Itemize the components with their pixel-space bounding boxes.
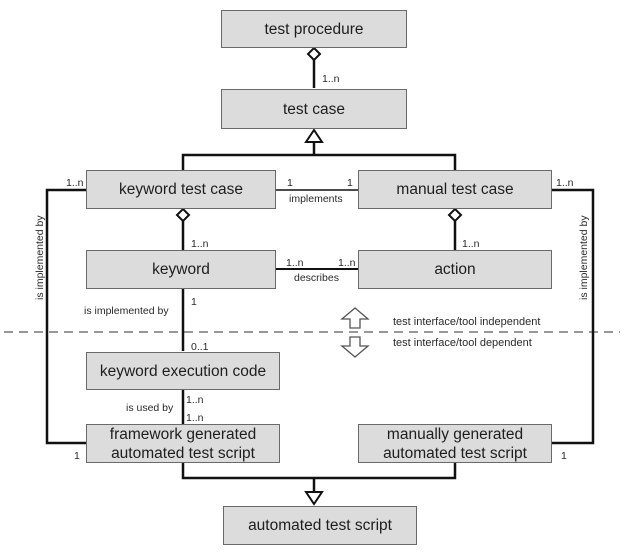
legend-independent: test interface/tool independent	[393, 316, 541, 328]
box-label: keyword execution code	[99, 362, 267, 380]
multiplicity-label: 1..n	[191, 238, 209, 250]
multiplicity-label: 0..1	[191, 341, 209, 353]
right-impl-label: is implemented by	[578, 215, 590, 300]
multiplicity-label: 1..n	[322, 73, 340, 85]
kw-impl-label: is implemented by	[84, 305, 169, 317]
multiplicity-label: 1..n	[66, 177, 84, 189]
multiplicity-label: 1..n	[462, 238, 480, 250]
box-manually-generated-script: manually generated automated test script	[358, 424, 552, 463]
multiplicity-label: 1..n	[186, 394, 204, 406]
used-by-label: is used by	[126, 402, 174, 414]
multiplicity-label: 1	[347, 177, 353, 189]
box-label-line1: framework generated	[109, 425, 257, 443]
down-arrow-icon	[340, 336, 370, 358]
left-impl-label: is implemented by	[34, 215, 46, 300]
box-keyword-execution-code: keyword execution code	[86, 352, 280, 390]
box-manual-test-case: manual test case	[358, 170, 552, 209]
box-framework-generated-script: framework generated automated test scrip…	[86, 424, 280, 463]
box-keyword: keyword	[86, 250, 276, 289]
multiplicity-label: 1..n	[338, 257, 356, 269]
multiplicity-label: 1	[191, 296, 197, 308]
generalization-arrow-icon	[304, 128, 324, 143]
box-label: keyword test case	[118, 181, 244, 198]
aggregation-diamond-icon	[447, 207, 463, 223]
box-label-line2: automated test script	[383, 444, 527, 462]
box-test-case: test case	[221, 89, 407, 129]
multiplicity-label: 1..n	[186, 412, 204, 424]
multiplicity-label: 1..n	[286, 257, 304, 269]
up-arrow-icon	[340, 307, 370, 329]
legend-dependent: test interface/tool dependent	[393, 337, 532, 349]
generalization-branch	[181, 153, 457, 170]
diagram-canvas: test procedure test case keyword test ca…	[0, 0, 624, 553]
multiplicity-label: 1..n	[556, 177, 574, 189]
generalization-arrow-icon	[304, 491, 324, 506]
box-action: action	[358, 250, 552, 289]
aggregation-diamond-icon	[306, 46, 322, 62]
multiplicity-label: 1	[74, 450, 80, 462]
box-label: keyword	[152, 261, 210, 278]
aggregation-diamond-icon	[175, 207, 191, 223]
box-label-line2: automated test script	[111, 444, 255, 462]
left-impl-link	[45, 188, 86, 445]
script-generalization-branch	[181, 462, 457, 480]
box-label-line1: manually generated	[386, 425, 524, 443]
multiplicity-label: 1	[287, 177, 293, 189]
box-label: action	[434, 261, 476, 278]
multiplicity-label: 1	[561, 450, 567, 462]
box-label: test procedure	[264, 20, 364, 38]
implements-label: implements	[289, 193, 343, 205]
box-test-procedure: test procedure	[221, 10, 407, 48]
box-label: automated test script	[248, 517, 392, 534]
box-label: test case	[282, 100, 346, 118]
box-label: manual test case	[396, 181, 514, 198]
box-automated-test-script: automated test script	[223, 506, 417, 545]
describes-label: describes	[294, 272, 339, 284]
box-keyword-test-case: keyword test case	[86, 170, 276, 209]
